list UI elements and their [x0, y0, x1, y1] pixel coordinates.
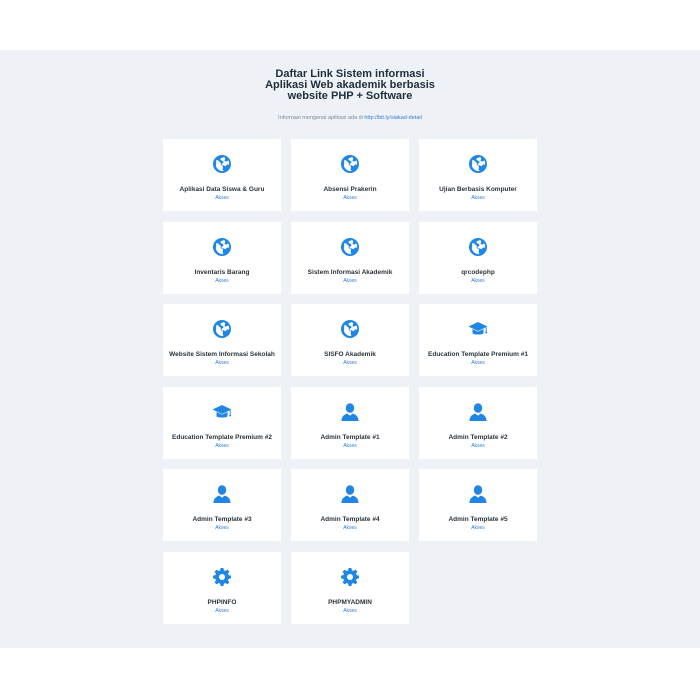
app-card: SISFO Akademik Akses [291, 304, 409, 376]
app-card: Education Template Premium #2 Akses [163, 386, 281, 459]
subtitle-text: Informasi mengenai aplikasi ada di [278, 115, 365, 121]
app-card-title: qrcodephp [461, 268, 495, 276]
globe-icon [340, 237, 360, 257]
app-card: PHPMYADMIN Akses [291, 551, 409, 624]
globe-icon [468, 237, 488, 257]
akses-link[interactable]: Akses [163, 443, 281, 449]
globe-icon [212, 154, 232, 174]
globe-icon [212, 237, 232, 257]
app-card-title: Inventaris Barang [194, 268, 250, 276]
app-card: PHPINFO Akses [163, 551, 281, 624]
app-card-title: Absensi Prakerin [323, 186, 377, 193]
app-card: Absensi Prakerin Akses [291, 139, 409, 211]
app-card-title: Admin Template #5 [448, 516, 508, 523]
app-card: qrcodephp Akses [419, 221, 537, 294]
user-icon [212, 484, 232, 504]
app-card-title: Aplikasi Data Siswa & Guru [179, 186, 265, 193]
akses-link[interactable]: Akses [291, 195, 409, 201]
akses-link[interactable]: Akses [163, 525, 281, 531]
app-card-title: Admin Template #3 [192, 516, 252, 523]
app-card: Aplikasi Data Siswa & Guru Akses [163, 139, 281, 211]
app-card: Admin Template #5 Akses [419, 469, 537, 541]
app-card-grid: Aplikasi Data Siswa & Guru Akses Absensi P… [163, 139, 538, 624]
page-title-line: website PHP + Software [287, 90, 413, 102]
app-card: Website Sistem Informasi Sekolah Akses [163, 304, 281, 376]
app-card-title: Sistem Informasi Akademik [307, 268, 393, 276]
app-card-title: PHPMYADMIN [328, 598, 372, 606]
app-card-title: PHPINFO [207, 598, 237, 606]
user-icon [340, 484, 360, 504]
app-card-title: Website Sistem Informasi Sekolah [169, 351, 275, 358]
akses-link[interactable]: Akses [291, 525, 409, 531]
app-card: Admin Template #3 Akses [163, 469, 281, 541]
globe-icon [340, 154, 360, 174]
akses-link[interactable]: Akses [163, 195, 281, 201]
globe-icon [340, 319, 360, 339]
graduation-cap-icon [468, 319, 488, 339]
akses-link[interactable]: Akses [419, 360, 537, 366]
app-card: Admin Template #1 Akses [291, 386, 409, 459]
globe-icon [212, 319, 232, 339]
akses-link[interactable]: Akses [291, 443, 409, 449]
akses-link[interactable]: Akses [291, 608, 409, 614]
app-card-title: Education Template Premium #1 [428, 351, 528, 358]
user-icon [468, 402, 488, 422]
akses-link[interactable]: Akses [419, 195, 537, 201]
app-card-title: Admin Template #1 [320, 433, 380, 441]
app-card: Ujian Berbasis Komputer Akses [419, 139, 537, 211]
app-card-title: Admin Template #2 [448, 433, 508, 441]
page-title: Daftar Link Sistem informasi Aplikasi We… [0, 69, 700, 102]
user-icon [340, 402, 360, 422]
globe-icon [468, 154, 488, 174]
app-card: Inventaris Barang Akses [163, 221, 281, 294]
app-card: Admin Template #4 Akses [291, 469, 409, 541]
user-icon [468, 484, 488, 504]
akses-link[interactable]: Akses [419, 278, 537, 284]
akses-link[interactable]: Akses [291, 360, 409, 366]
akses-link[interactable]: Akses [419, 525, 537, 531]
app-card: Admin Template #2 Akses [419, 386, 537, 459]
app-card-title: Ujian Berbasis Komputer [439, 186, 517, 193]
info-link[interactable]: http://bit.ly/siakad-detail [364, 115, 421, 121]
app-card-title: Education Template Premium #2 [172, 433, 272, 441]
graduation-cap-icon [212, 402, 232, 422]
app-card: Education Template Premium #1 Akses [419, 304, 537, 376]
app-card-title: Admin Template #4 [320, 516, 380, 523]
gear-icon [340, 567, 360, 587]
app-card-title: SISFO Akademik [324, 351, 376, 358]
page-subtitle: Informasi mengenai aplikasi ada di http:… [0, 115, 700, 121]
akses-link[interactable]: Akses [291, 278, 409, 284]
akses-link[interactable]: Akses [419, 443, 537, 449]
akses-link[interactable]: Akses [163, 360, 281, 366]
akses-link[interactable]: Akses [163, 608, 281, 614]
akses-link[interactable]: Akses [163, 278, 281, 284]
gear-icon [212, 567, 232, 587]
app-card: Sistem Informasi Akademik Akses [291, 221, 409, 294]
